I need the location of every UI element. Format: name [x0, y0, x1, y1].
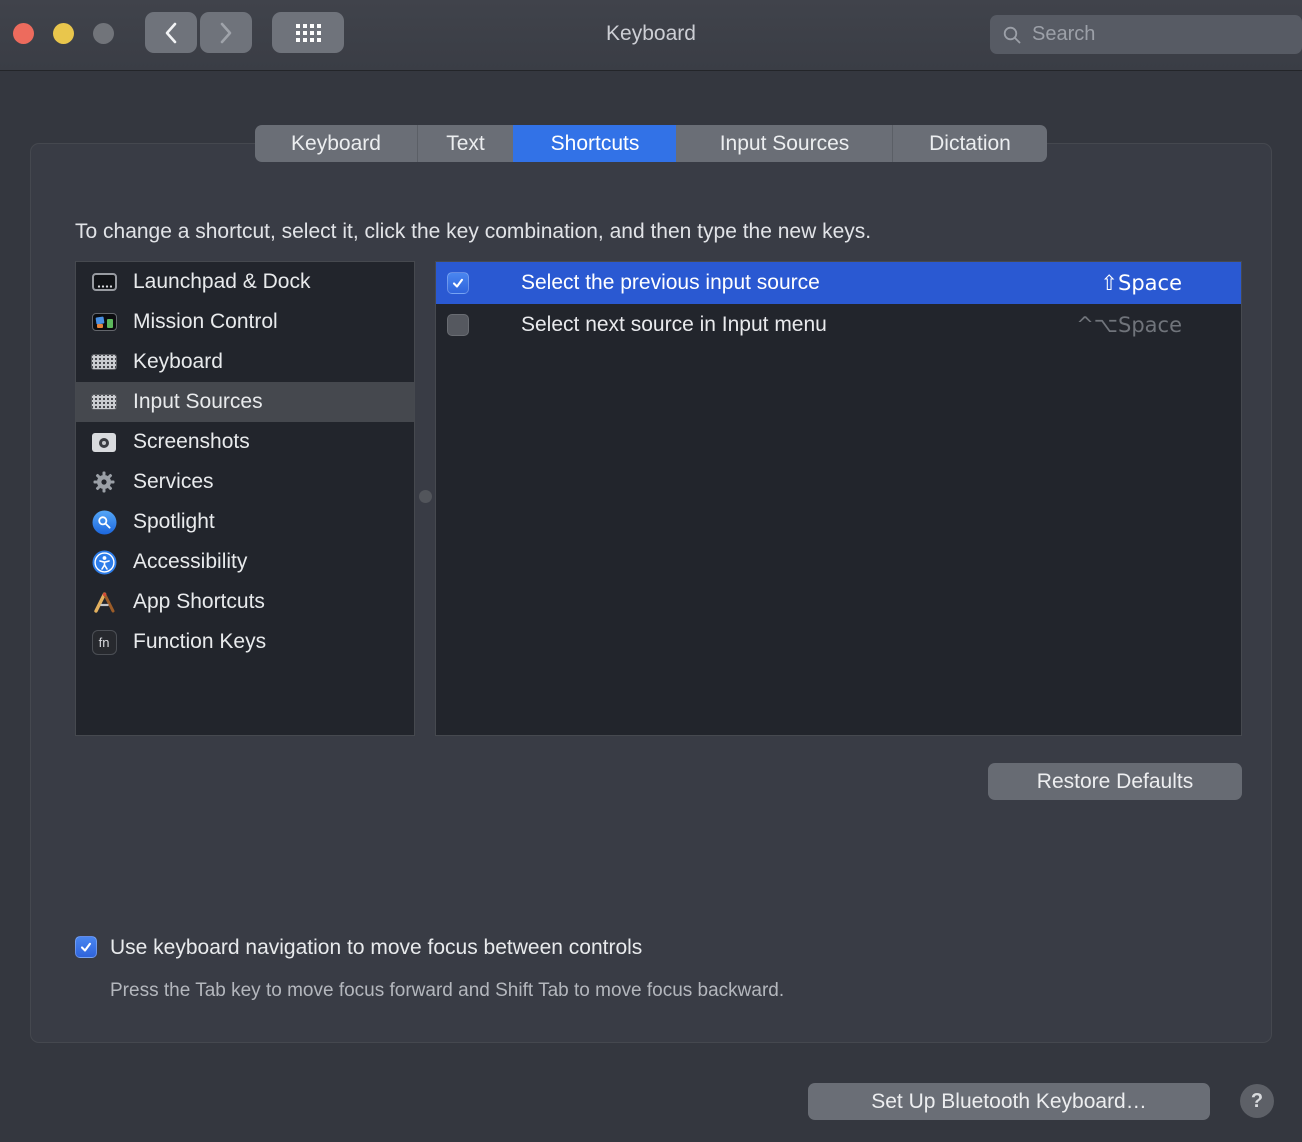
nav-buttons	[145, 12, 252, 53]
checkmark-icon	[79, 940, 93, 954]
zoom-icon[interactable]	[93, 23, 114, 44]
search-placeholder: Search	[1032, 23, 1095, 46]
split-divider-handle[interactable]	[419, 490, 432, 503]
search-input[interactable]: Search	[990, 15, 1302, 54]
tab-input-sources[interactable]: Input Sources	[676, 125, 892, 162]
shortcut-keys[interactable]: ⇧Space	[1100, 271, 1182, 295]
system-preferences-window: Keyboard Search Keyboard Text Shortcuts …	[0, 0, 1302, 1142]
close-icon[interactable]	[13, 23, 34, 44]
tab-dictation[interactable]: Dictation	[892, 125, 1047, 162]
keyboard-icon	[91, 349, 117, 375]
gear-icon	[91, 469, 117, 495]
screenshot-camera-icon	[91, 429, 117, 455]
titlebar: Keyboard Search	[0, 0, 1302, 71]
sidebar-item-screenshots[interactable]: Screenshots	[76, 422, 414, 462]
mission-control-icon	[91, 309, 117, 335]
checkmark-icon	[451, 276, 465, 290]
keyboard-icon	[91, 389, 117, 415]
show-all-grid-icon	[296, 24, 321, 42]
search-icon	[1002, 25, 1022, 45]
minimize-icon[interactable]	[53, 23, 74, 44]
tab-text[interactable]: Text	[417, 125, 513, 162]
forward-button[interactable]	[200, 12, 252, 53]
sidebar-item-keyboard[interactable]: Keyboard	[76, 342, 414, 382]
sidebar-item-function-keys[interactable]: fn Function Keys	[76, 622, 414, 662]
help-button[interactable]: ?	[1240, 1084, 1274, 1118]
show-all-button[interactable]	[272, 12, 344, 53]
sidebar-item-services[interactable]: Services	[76, 462, 414, 502]
accessibility-person-icon	[91, 549, 117, 575]
fn-key-icon: fn	[91, 629, 117, 655]
restore-defaults-button[interactable]: Restore Defaults	[988, 763, 1242, 800]
shortcuts-list: Select the previous input source ⇧Space …	[435, 261, 1242, 736]
shortcut-keys[interactable]: ^⌥Space	[1076, 313, 1182, 337]
instruction-text: To change a shortcut, select it, click t…	[75, 220, 871, 244]
keyboard-navigation-checkbox[interactable]	[75, 936, 97, 958]
tab-keyboard[interactable]: Keyboard	[255, 125, 417, 162]
sidebar-item-launchpad-dock[interactable]: Launchpad & Dock	[76, 262, 414, 302]
app-shortcuts-tools-icon	[91, 589, 117, 615]
shortcut-row-next-source-input-menu[interactable]: Select next source in Input menu ^⌥Space	[436, 304, 1241, 346]
shortcut-checkbox-checked[interactable]	[447, 272, 469, 294]
sidebar-item-app-shortcuts[interactable]: App Shortcuts	[76, 582, 414, 622]
back-chevron-icon	[164, 22, 178, 44]
sidebar-item-spotlight[interactable]: Spotlight	[76, 502, 414, 542]
back-button[interactable]	[145, 12, 197, 53]
spotlight-magnifier-icon	[91, 509, 117, 535]
launchpad-dock-icon	[91, 269, 117, 295]
sidebar-item-mission-control[interactable]: Mission Control	[76, 302, 414, 342]
shortcut-categories-list: Launchpad & Dock Mission Control Keyboar…	[75, 261, 415, 736]
keyboard-navigation-label: Use keyboard navigation to move focus be…	[110, 936, 642, 960]
forward-chevron-icon	[219, 22, 233, 44]
sidebar-item-accessibility[interactable]: Accessibility	[76, 542, 414, 582]
setup-bluetooth-keyboard-button[interactable]: Set Up Bluetooth Keyboard…	[808, 1083, 1210, 1120]
shortcut-row-previous-input-source[interactable]: Select the previous input source ⇧Space	[436, 262, 1241, 304]
keyboard-navigation-sublabel: Press the Tab key to move focus forward …	[110, 980, 784, 1002]
sidebar-item-input-sources[interactable]: Input Sources	[76, 382, 414, 422]
tab-shortcuts[interactable]: Shortcuts	[513, 125, 676, 162]
shortcut-checkbox-unchecked[interactable]	[447, 314, 469, 336]
traffic-lights	[13, 23, 114, 44]
tab-bar: Keyboard Text Shortcuts Input Sources Di…	[255, 125, 1047, 162]
